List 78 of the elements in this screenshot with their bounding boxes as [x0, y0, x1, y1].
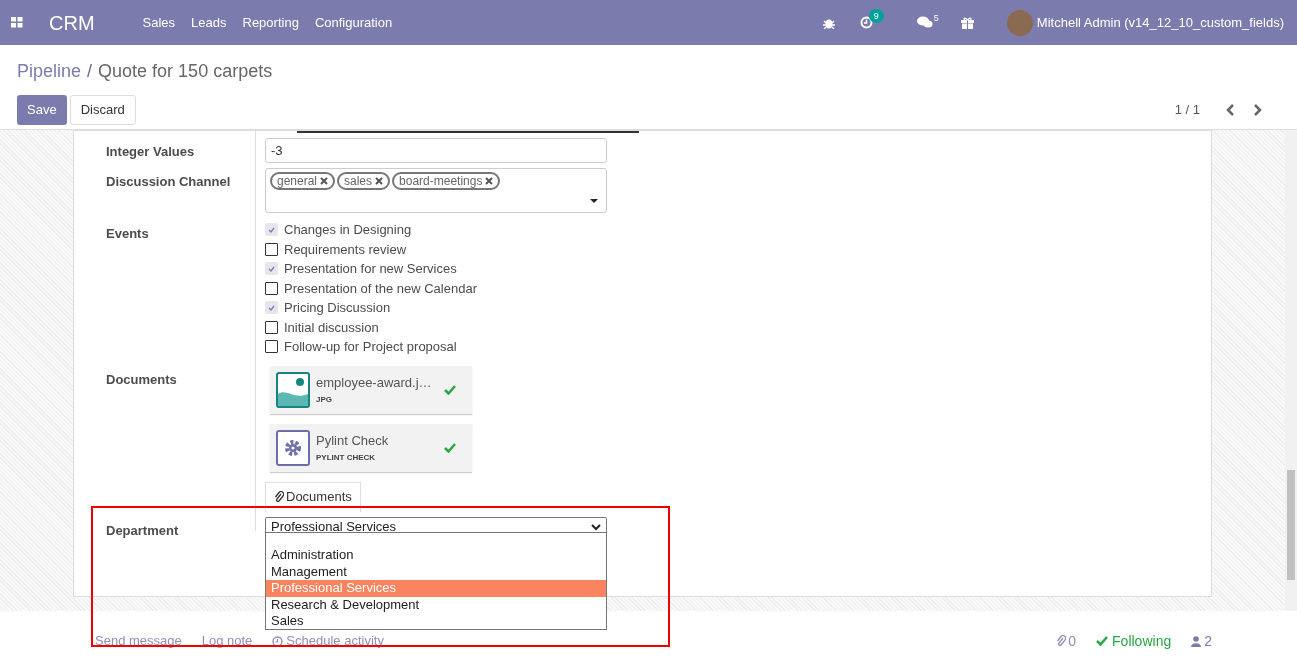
checkbox[interactable]: [265, 301, 278, 315]
checkbox-label[interactable]: Requirements review: [284, 239, 407, 259]
checkbox[interactable]: [265, 340, 278, 354]
documents-button[interactable]: Documents: [265, 481, 361, 512]
menu-item[interactable]: Sales: [142, 12, 176, 33]
activity-count-badge: 9: [868, 9, 884, 23]
file-type: JPG: [316, 394, 333, 407]
field-label: Department: [106, 521, 180, 540]
save-button[interactable]: Save: [17, 95, 67, 125]
followers-button[interactable]: 2: [1191, 630, 1212, 652]
check-icon: [444, 442, 456, 453]
breadcrumb-current: Quote for 150 carpets: [98, 60, 273, 83]
clock-icon: [859, 16, 873, 29]
attachment-card[interactable]: employee-award.j… JPG: [270, 365, 472, 414]
check-icon: [444, 384, 456, 395]
checkbox[interactable]: [265, 223, 278, 237]
check-icon: [268, 226, 275, 233]
dropdown-option[interactable]: Administration: [266, 547, 606, 564]
clock-icon: [272, 635, 284, 647]
check-icon: [268, 265, 275, 272]
file-name: employee-award.j…: [316, 373, 432, 392]
previous-icon[interactable]: [1226, 104, 1236, 116]
schedule-activity-link[interactable]: Schedule activity: [272, 631, 384, 651]
tag-chip[interactable]: board-meetings: [392, 172, 501, 190]
dropdown-option[interactable]: Management: [266, 563, 606, 580]
apps-menu-icon[interactable]: [11, 17, 23, 28]
menu-item[interactable]: Reporting: [242, 12, 299, 33]
file-name: Pylint Check: [316, 431, 389, 450]
tag-chip[interactable]: sales: [337, 172, 391, 190]
file-type: PYLINT CHECK: [316, 452, 377, 465]
field-label: Events: [106, 225, 150, 243]
checkbox-label[interactable]: Follow-up for Project proposal: [284, 337, 457, 357]
checkbox-label[interactable]: Presentation for new Services: [284, 259, 457, 279]
pager-value: 1 / 1: [1174, 101, 1200, 120]
paperclip-icon: [274, 491, 284, 503]
checkbox[interactable]: [265, 320, 278, 334]
paperclip-icon: [1056, 635, 1067, 647]
chat-icon: [916, 16, 933, 29]
menu-item[interactable]: Leads: [191, 12, 227, 33]
check-icon: [268, 304, 275, 311]
remove-icon[interactable]: [375, 177, 384, 185]
menu-item[interactable]: Configuration: [314, 12, 393, 33]
breadcrumb-link[interactable]: Pipeline: [17, 58, 82, 85]
send-message-link[interactable]: Send message: [95, 631, 182, 651]
person-icon: [1191, 635, 1202, 647]
remove-icon[interactable]: [320, 177, 329, 185]
checkbox-label[interactable]: Changes in Designing: [284, 220, 412, 240]
attachment-card[interactable]: Pylint Check PYLINT CHECK: [270, 423, 472, 472]
field-label: Discussion Channel: [106, 173, 232, 191]
user-menu[interactable]: Mitchell Admin (v14_12_10_custom_fields): [1036, 12, 1284, 33]
integer-input[interactable]: -3: [265, 138, 607, 163]
following-button[interactable]: Following: [1096, 630, 1172, 652]
remove-icon[interactable]: [485, 177, 494, 185]
checkbox[interactable]: [265, 262, 278, 276]
activity-button[interactable]: 9: [859, 9, 887, 36]
breadcrumb-separator: /: [87, 60, 93, 83]
image-file-icon: [276, 371, 310, 408]
app-title: CRM: [49, 10, 95, 36]
dropdown-option[interactable]: Research & Development: [266, 596, 606, 613]
checkbox[interactable]: [265, 281, 278, 295]
field-label: Documents: [106, 370, 178, 389]
discard-button[interactable]: Discard: [69, 95, 136, 125]
scrollbar[interactable]: [1285, 130, 1297, 611]
checkbox-label[interactable]: Presentation of the new Calendar: [284, 278, 477, 298]
next-icon[interactable]: [1252, 104, 1262, 116]
chevron-down-icon: [591, 523, 601, 531]
field-label: Integer Values: [106, 143, 196, 161]
dropdown-caret-icon: [590, 199, 598, 203]
gift-icon[interactable]: [960, 16, 974, 29]
dropdown-option[interactable]: Sales: [266, 613, 606, 630]
tags-field[interactable]: general sales board-meetings: [265, 168, 607, 213]
checkbox[interactable]: [265, 242, 278, 256]
checkbox-label[interactable]: Initial discussion: [284, 317, 379, 337]
tag-chip[interactable]: general: [270, 172, 336, 190]
checkbox-label[interactable]: Pricing Discussion: [284, 298, 391, 318]
gear-icon: [276, 429, 310, 466]
check-icon: [1096, 636, 1109, 646]
attachments-button[interactable]: 0: [1056, 630, 1077, 652]
